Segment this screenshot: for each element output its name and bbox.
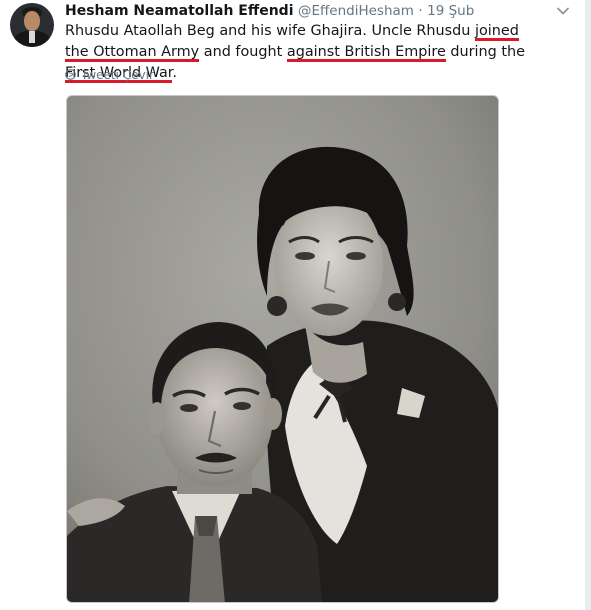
avatar-shirt — [29, 31, 35, 43]
tweet-text-part: during the — [445, 44, 526, 60]
separator-dot: · — [418, 3, 423, 19]
author-name[interactable]: Hesham Neamatollah Effendi — [65, 3, 294, 19]
translate-label: Tweeti Çevir — [81, 68, 154, 82]
underlined-phrase: against British Empire — [286, 44, 446, 62]
tweet-text-part: and fought — [199, 44, 287, 60]
tweet-timestamp[interactable]: 19 Şub — [427, 3, 474, 19]
avatar[interactable] — [10, 3, 54, 47]
tweet-text-part: Rhusdu Ataollah Beg and his wife Ghajira… — [65, 23, 475, 39]
scrollbar-track[interactable] — [585, 0, 591, 610]
translate-tweet-link[interactable]: Tweeti Çevir — [65, 67, 154, 83]
tweet-photo[interactable] — [66, 95, 499, 603]
tweet-text-part: . — [172, 65, 177, 81]
avatar-face — [24, 11, 40, 31]
vintage-portrait-image — [67, 96, 498, 602]
tweet-header: Hesham Neamatollah Effendi @EffendiHesha… — [65, 2, 474, 20]
tweet: Hesham Neamatollah Effendi @EffendiHesha… — [0, 0, 591, 610]
author-handle[interactable]: @EffendiHesham — [298, 3, 414, 19]
globe-icon — [65, 69, 76, 80]
chevron-down-icon[interactable] — [556, 4, 570, 18]
